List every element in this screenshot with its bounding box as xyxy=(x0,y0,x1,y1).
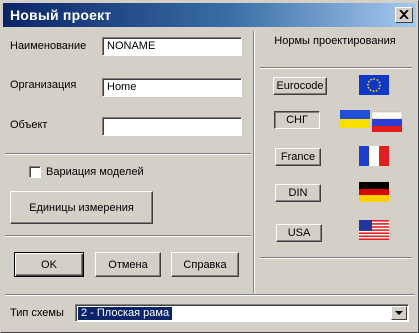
dialog-title: Новый проект xyxy=(10,7,112,23)
name-label: Наименование xyxy=(10,40,87,52)
variation-label[interactable]: Вариация моделей xyxy=(46,166,144,178)
ukraine-russia-flags-icon[interactable] xyxy=(339,109,405,133)
cancel-button[interactable]: Отмена xyxy=(95,252,161,277)
organization-label: Организация xyxy=(10,79,77,91)
object-label: Объект xyxy=(10,119,48,131)
france-flag-icon[interactable] xyxy=(359,146,389,166)
left-divider-top xyxy=(5,153,251,155)
name-field[interactable]: NONAME xyxy=(102,37,242,56)
units-button[interactable]: Единицы измерения xyxy=(10,191,153,224)
scheme-type-select[interactable]: 2 - Плоская рама xyxy=(75,304,409,322)
vertical-divider xyxy=(253,31,255,293)
left-divider-bottom xyxy=(5,235,251,237)
norm-usa-button[interactable]: USA xyxy=(276,224,322,242)
eu-flag-icon[interactable] xyxy=(359,75,389,95)
norms-title: Нормы проектирования xyxy=(274,35,396,47)
organization-field[interactable]: Home xyxy=(102,78,242,97)
close-button[interactable] xyxy=(395,7,413,23)
new-project-dialog: Новый проект Наименование NONAME Организ… xyxy=(0,0,419,333)
scheme-type-label: Тип схемы xyxy=(10,307,64,319)
norm-eurocode-button[interactable]: Eurocode xyxy=(273,77,327,95)
object-field[interactable] xyxy=(102,117,242,136)
usa-flag-icon[interactable] xyxy=(359,220,389,240)
help-button[interactable]: Справка xyxy=(171,252,239,277)
ok-button[interactable]: OK xyxy=(14,252,84,277)
norm-din-button[interactable]: DIN xyxy=(275,184,321,202)
title-bar[interactable]: Новый проект xyxy=(3,3,416,27)
norm-sng-button[interactable]: СНГ xyxy=(274,111,320,129)
chevron-down-icon xyxy=(395,311,403,315)
scheme-type-value[interactable]: 2 - Плоская рама xyxy=(78,307,173,320)
norms-divider-top xyxy=(260,67,412,69)
germany-flag-icon[interactable] xyxy=(359,182,389,202)
norm-france-button[interactable]: France xyxy=(275,148,321,166)
bottom-divider xyxy=(5,294,415,296)
scheme-type-dropdown-button[interactable] xyxy=(391,306,407,320)
variation-checkbox[interactable] xyxy=(29,166,41,178)
norms-divider-bottom xyxy=(260,257,412,259)
close-icon xyxy=(399,10,409,19)
